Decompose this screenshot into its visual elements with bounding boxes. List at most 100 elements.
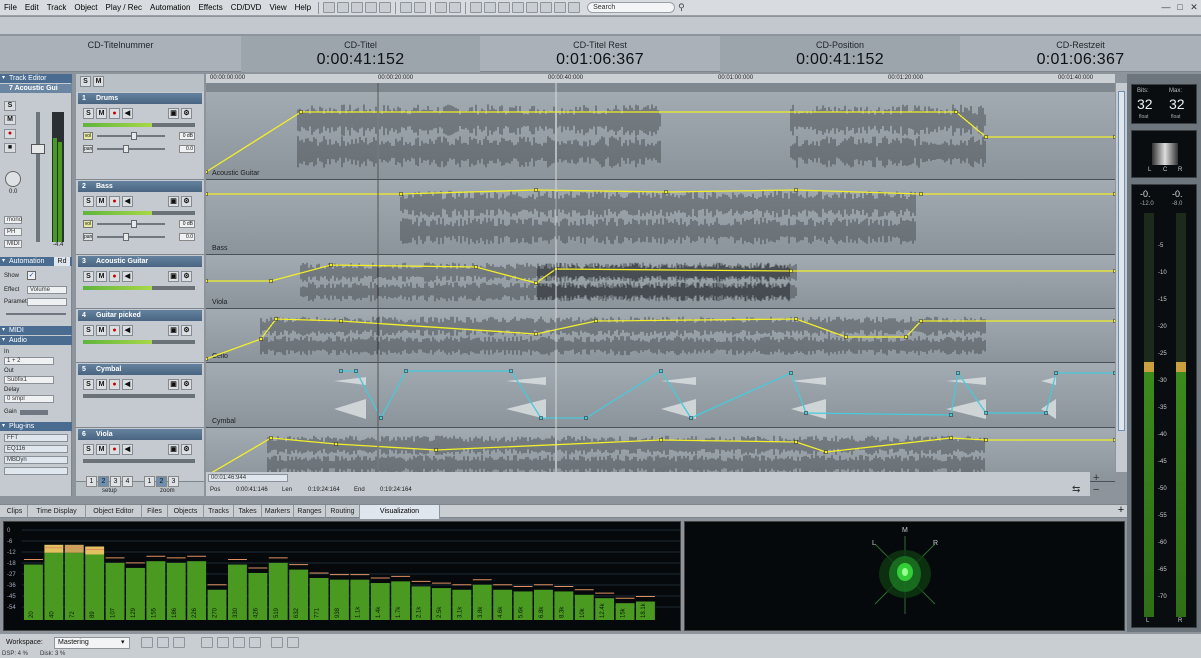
monitor-icon[interactable]: ◀ <box>122 325 133 336</box>
pan-fader-knob[interactable] <box>122 233 129 241</box>
record-arm-button[interactable]: ● <box>109 444 120 455</box>
ph-button[interactable]: PH <box>4 228 22 236</box>
lock-icon[interactable]: ▣ <box>168 271 179 282</box>
track-header-title[interactable]: 3 Acoustic Guitar <box>78 256 202 267</box>
gear-icon[interactable]: ⚙ <box>181 271 192 282</box>
track-header[interactable]: 5 Cymbal S M ● ◀ ▣ ⚙ <box>76 363 204 428</box>
lock-icon[interactable]: ▣ <box>168 379 179 390</box>
record-arm-button[interactable]: ● <box>109 325 120 336</box>
mute-button[interactable]: M <box>96 325 107 336</box>
search-icon[interactable]: ⚲ <box>678 2 685 13</box>
lock-icon[interactable]: ▣ <box>168 196 179 207</box>
track-header[interactable]: 3 Acoustic Guitar S M ● ◀ ▣ ⚙ <box>76 255 204 309</box>
cd-icon[interactable] <box>540 2 553 13</box>
tab-clips[interactable]: Clips <box>2 505 28 519</box>
burn-icon[interactable] <box>568 2 581 13</box>
mute-button[interactable]: M <box>96 444 107 455</box>
automation-curve[interactable] <box>206 188 1115 196</box>
maximize-icon[interactable]: □ <box>1174 2 1186 13</box>
plugin-slot-4[interactable] <box>4 467 68 475</box>
volume-fader[interactable]: vol 0 dB <box>83 220 195 229</box>
record-arm-button[interactable]: ● <box>4 129 16 139</box>
tab-objects[interactable]: Objects <box>168 505 204 519</box>
mixer-icon[interactable] <box>484 2 497 13</box>
mute-button[interactable]: M <box>4 115 16 125</box>
view-toggle-icon[interactable] <box>157 637 169 648</box>
mute-button[interactable]: M <box>96 271 107 282</box>
gear-icon[interactable]: ⚙ <box>181 379 192 390</box>
midi-button[interactable]: MIDI <box>4 240 22 248</box>
global-mute-button[interactable]: M <box>93 76 104 87</box>
menu-automation[interactable]: Automation <box>146 3 194 12</box>
add-tab-icon[interactable]: + <box>1115 504 1127 518</box>
solo-button[interactable]: S <box>4 101 16 111</box>
close-icon[interactable]: ✕ <box>1188 2 1200 13</box>
layout-icon[interactable] <box>271 637 283 648</box>
record-arm-button[interactable]: ● <box>109 271 120 282</box>
plugin-slot-1[interactable]: FFT <box>4 434 68 442</box>
record-arm-button[interactable]: ● <box>109 379 120 390</box>
menu-effects[interactable]: Effects <box>194 3 226 12</box>
menu-view[interactable]: View <box>265 3 290 12</box>
cut-tool-icon[interactable] <box>498 2 511 13</box>
layout-icon[interactable] <box>201 637 213 648</box>
automation-read-tab[interactable]: Rd <box>54 257 70 266</box>
solo-button[interactable]: S <box>83 325 94 336</box>
plugin-slot-2[interactable]: EQ116 <box>4 445 68 453</box>
workspace-select[interactable]: Mastering <box>54 637 130 649</box>
track-editor-header[interactable]: Track Editor <box>0 74 72 83</box>
pan-fader-knob[interactable] <box>122 145 129 153</box>
zoom-button[interactable]: 1 <box>144 476 155 487</box>
solo-button[interactable]: S <box>83 444 94 455</box>
track-header[interactable]: 1 Drums S M ● ◀ ▣ ⚙ vol 0 dB pan 0.0 <box>76 92 204 180</box>
gain-slider[interactable] <box>20 410 48 415</box>
zoom-button[interactable]: 2 <box>156 476 167 487</box>
menu-object[interactable]: Object <box>70 3 101 12</box>
volume-fader-knob[interactable] <box>131 132 137 140</box>
layout-icon[interactable] <box>233 637 245 648</box>
global-solo-button[interactable]: S <box>80 76 91 87</box>
lock-icon[interactable]: ▣ <box>168 444 179 455</box>
arrangement-area[interactable]: Acoustic GuitarBassViolaCelloCymbalDrums <box>206 83 1116 482</box>
gear-icon[interactable]: ⚙ <box>181 325 192 336</box>
record-icon[interactable] <box>365 2 378 13</box>
volume-fader-knob[interactable] <box>131 220 137 228</box>
solo-button[interactable]: S <box>83 196 94 207</box>
cut-icon[interactable] <box>400 2 413 13</box>
mono-button[interactable]: mono <box>4 216 22 224</box>
tab-visualization[interactable]: Visualization <box>360 505 440 519</box>
tab-takes[interactable]: Takes <box>234 505 262 519</box>
view-toggle-icon[interactable] <box>173 637 185 648</box>
dvd-icon[interactable] <box>554 2 567 13</box>
pan-knob[interactable] <box>5 171 21 187</box>
new-project-icon[interactable] <box>323 2 336 13</box>
zoom-out-icon[interactable]: − <box>1093 485 1107 496</box>
mix-icon[interactable] <box>414 2 427 13</box>
mute-button[interactable]: M <box>96 196 107 207</box>
solo-button[interactable]: S <box>83 379 94 390</box>
track-header-title[interactable]: 1 Drums <box>78 93 202 104</box>
monitor-icon[interactable]: ◀ <box>122 444 133 455</box>
plugins-header[interactable]: Plug-ins <box>0 422 72 431</box>
volume-fader[interactable]: vol 0 dB <box>83 132 195 141</box>
manager-icon[interactable] <box>470 2 483 13</box>
monitor-icon[interactable]: ◀ <box>122 108 133 119</box>
vertical-scrollbar[interactable] <box>1115 83 1127 472</box>
monitor-icon[interactable]: ◀ <box>122 196 133 207</box>
tab-files[interactable]: Files <box>142 505 168 519</box>
fx-icon[interactable] <box>512 2 525 13</box>
solo-button[interactable]: S <box>83 271 94 282</box>
plugin-slot-3[interactable]: MBDyn <box>4 456 68 464</box>
undo-icon[interactable] <box>435 2 448 13</box>
search-input[interactable]: Search <box>587 2 676 13</box>
layout-icon[interactable] <box>217 637 229 648</box>
automation-curve[interactable] <box>339 369 1116 420</box>
menu-track[interactable]: Track <box>43 3 71 12</box>
tab-time-display[interactable]: Time Display <box>28 505 86 519</box>
automation-slider[interactable] <box>6 313 66 315</box>
chevron-down-icon[interactable]: ▾ <box>121 638 125 646</box>
gear-icon[interactable]: ⚙ <box>181 108 192 119</box>
volume-fader-knob[interactable] <box>31 144 45 154</box>
layout-icon[interactable] <box>287 637 299 648</box>
tab-routing[interactable]: Routing <box>326 505 360 519</box>
